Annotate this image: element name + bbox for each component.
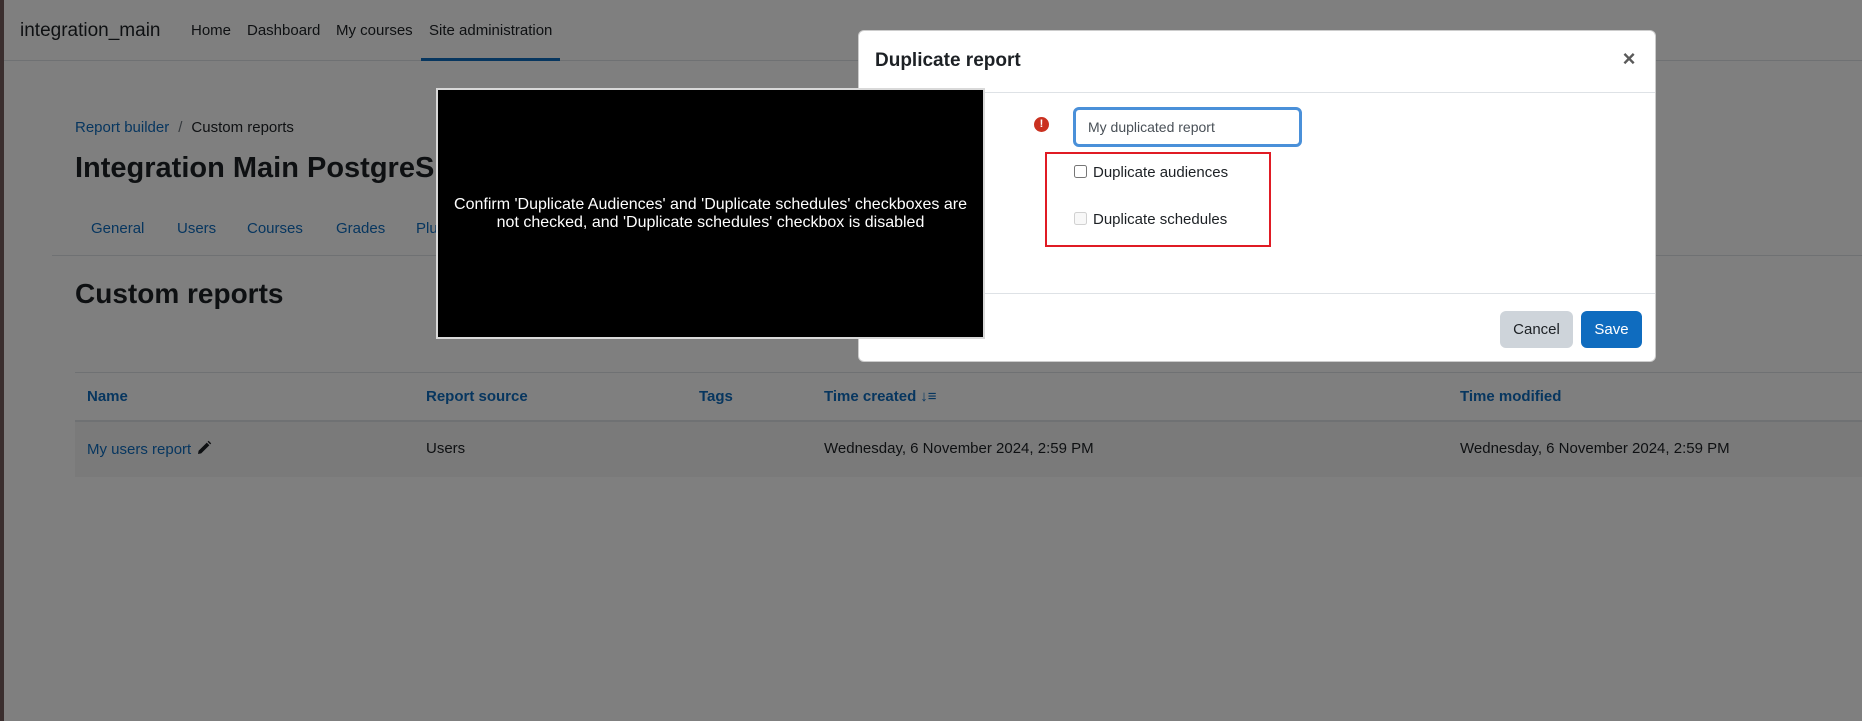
annotation-overlay: Confirm 'Duplicate Audiences' and 'Dupli… [436,88,985,339]
close-icon[interactable]: × [1617,47,1641,71]
duplicate-schedules-option: Duplicate schedules [1074,211,1227,228]
cancel-button[interactable]: Cancel [1500,311,1573,348]
report-name-input[interactable] [1073,107,1302,147]
save-button[interactable]: Save [1581,311,1642,348]
duplicate-audiences-label: Duplicate audiences [1093,164,1229,181]
duplicate-schedules-checkbox [1074,212,1087,225]
duplicate-schedules-label: Duplicate schedules [1093,211,1228,228]
annotation-text: Confirm 'Duplicate Audiences' and 'Dupli… [454,195,967,231]
duplicate-audiences-option[interactable]: Duplicate audiences [1074,164,1228,181]
required-icon: ! [1034,117,1049,132]
modal-header: Duplicate report × [859,31,1655,93]
modal-title: Duplicate report [875,50,1021,71]
duplicate-audiences-checkbox[interactable] [1074,165,1087,178]
page: integration_main Home Dashboard My cours… [0,0,1862,721]
